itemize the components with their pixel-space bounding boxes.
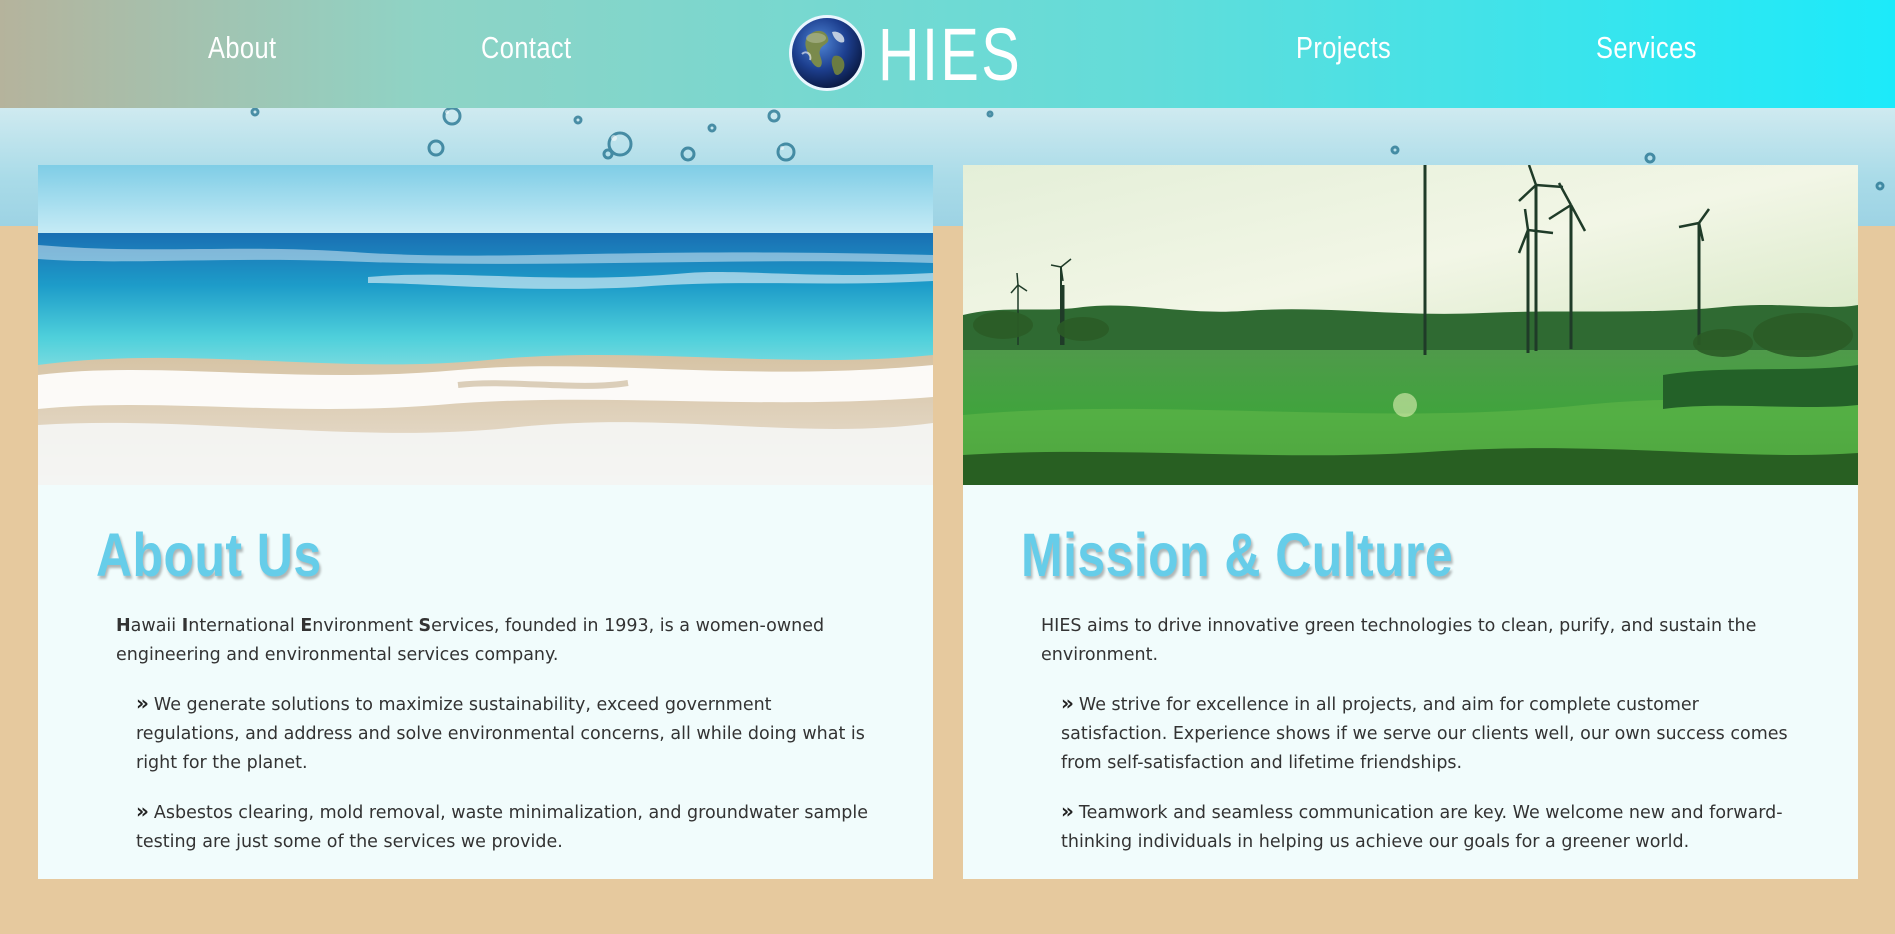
wind-turbine-field-image <box>963 165 1858 485</box>
about-bullet: » We generate solutions to maximize susta… <box>136 689 876 778</box>
intro-initial-s: S <box>418 616 432 636</box>
brand-title: HIES <box>878 13 1023 96</box>
about-us-title: About Us <box>96 521 322 589</box>
mission-culture-body: HIES aims to drive innovative green tech… <box>1041 612 1801 876</box>
mission-culture-title: Mission & Culture <box>1021 521 1454 589</box>
mission-bullet-text: Teamwork and seamless communication are … <box>1061 803 1783 852</box>
nav-link-contact[interactable]: Contact <box>481 30 571 66</box>
nav-link-about[interactable]: About <box>208 30 276 66</box>
about-us-intro: Hawaii International Environment Service… <box>116 612 876 670</box>
nav-link-projects[interactable]: Projects <box>1296 30 1391 66</box>
about-us-card: About Us Hawaii International Environmen… <box>38 165 933 879</box>
double-chevron-right-icon: » <box>136 799 149 823</box>
double-chevron-right-icon: » <box>1061 799 1074 823</box>
about-bullet-text: We generate solutions to maximize sustai… <box>136 695 865 773</box>
earth-globe-icon <box>789 15 865 91</box>
ocean-beach-image <box>38 165 933 485</box>
intro-word-nternational: nternational <box>188 616 301 636</box>
mission-culture-card: Mission & Culture HIES aims to drive inn… <box>963 165 1858 879</box>
mission-intro: HIES aims to drive innovative green tech… <box>1041 616 1757 665</box>
intro-initial-e: E <box>300 616 313 636</box>
intro-word-nvironment: nvironment <box>312 616 419 636</box>
mission-bullet: » Teamwork and seamless communication are… <box>1061 797 1801 857</box>
double-chevron-right-icon: » <box>136 691 149 715</box>
about-bullet: » Asbestos clearing, mold removal, waste … <box>136 797 876 857</box>
double-chevron-right-icon: » <box>1061 691 1074 715</box>
intro-word-awaii: awaii <box>130 616 182 636</box>
mission-bullet: » We strive for excellence in all project… <box>1061 689 1801 778</box>
mission-bullet-text: We strive for excellence in all projects… <box>1061 695 1788 773</box>
intro-initial-h: H <box>116 616 131 636</box>
about-us-body: Hawaii International Environment Service… <box>116 612 876 876</box>
about-bullet-text: Asbestos clearing, mold removal, waste m… <box>136 803 869 852</box>
top-navbar: About Contact HIES Projects Services <box>0 0 1895 108</box>
nav-link-services[interactable]: Services <box>1596 30 1697 66</box>
